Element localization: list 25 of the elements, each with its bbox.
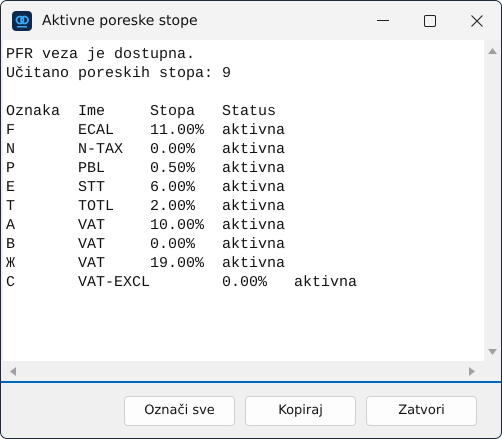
window-title: Aktivne poreske stope [42,12,199,28]
scroll-right-icon[interactable] [469,366,475,376]
maximize-icon[interactable] [424,14,436,26]
table-line: E STT 6.00% aktivna [6,178,286,197]
table-line: F ECAL 11.00% aktivna [6,121,286,140]
table-line: N N-TAX 0.00% aktivna [6,140,286,159]
status-line: Učitano poreskih stopa: 9 [6,64,232,83]
dialog-button[interactable]: Označi sve [124,396,235,426]
table-line: C VAT-EXCL 0.00% aktivna [6,273,358,292]
table-line: Ж VAT 19.00% aktivna [6,254,286,273]
dialog-button[interactable]: Kopiraj [245,396,356,426]
scroll-up-icon[interactable] [488,48,497,54]
scroll-down-icon[interactable] [488,349,497,355]
status-line: PFR veza je dostupna. [6,45,196,64]
scroll-left-icon[interactable] [10,366,16,376]
output-text-area[interactable] [1,40,501,383]
dialog-button[interactable]: Zatvori [366,396,477,426]
table-line: T TOTL 2.00% aktivna [6,197,286,216]
close-icon[interactable] [471,14,483,26]
table-line: B VAT 0.00% aktivna [6,235,286,254]
minimize-icon[interactable] [377,20,389,22]
table-line: P PBL 0.50% aktivna [6,159,286,178]
table-line: Oznaka Ime Stopa Status [6,102,278,121]
table-line: A VAT 10.00% aktivna [6,216,286,235]
app-logo-icon [12,10,32,30]
